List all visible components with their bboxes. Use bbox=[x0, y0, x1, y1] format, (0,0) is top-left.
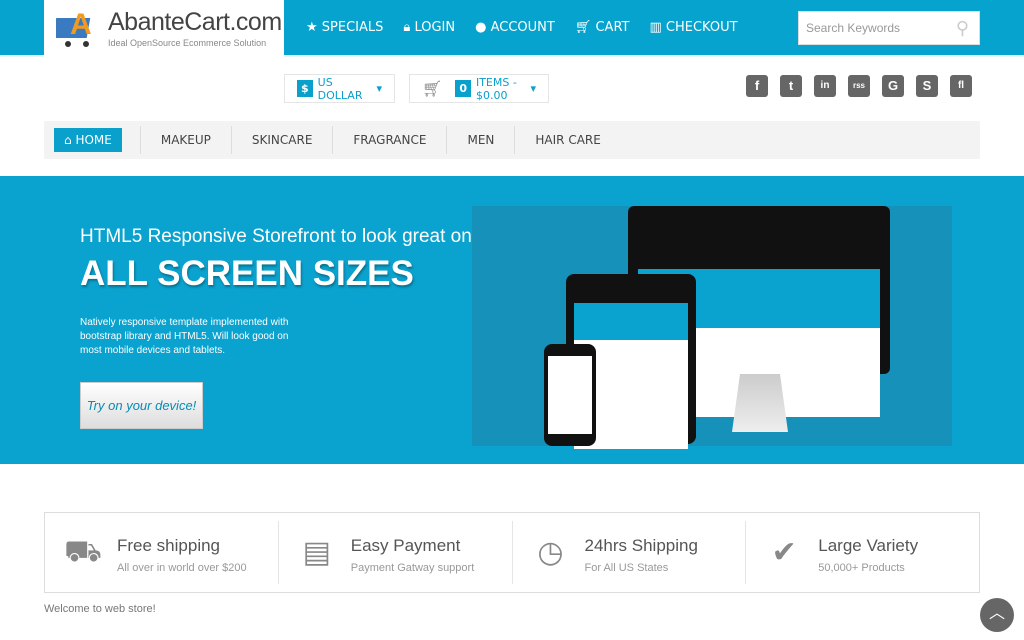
nav-account[interactable]: ● ACCOUNT bbox=[475, 20, 555, 35]
nav-login[interactable]: 🔒︎ LOGIN bbox=[403, 20, 455, 35]
menu-fragrance[interactable]: FRAGRANCE bbox=[332, 126, 446, 154]
home-icon: ⌂ bbox=[64, 133, 76, 147]
search-icon[interactable]: ⚲ bbox=[956, 18, 969, 39]
currency-select[interactable]: $ US DOLLAR ▾ bbox=[284, 74, 395, 103]
cart-icon: 🛒︎ bbox=[422, 79, 443, 98]
try-device-button[interactable]: Try on your device! bbox=[80, 382, 203, 429]
user-icon: ● bbox=[475, 20, 491, 35]
currency-label: US DOLLAR bbox=[317, 75, 363, 102]
search-placeholder: Search Keywords bbox=[806, 21, 901, 35]
nav-label: SPECIALS bbox=[321, 20, 384, 35]
menu-hair-care[interactable]: HAIR CARE bbox=[514, 126, 620, 154]
logo[interactable]: A AbanteCart.com Ideal OpenSource Ecomme… bbox=[44, 0, 284, 57]
cart-icon: 🛒︎ bbox=[574, 20, 596, 35]
clock-icon: ◷ bbox=[537, 536, 564, 569]
top-nav: ★ SPECIALS 🔒︎ LOGIN ● ACCOUNT 🛒︎ CART ▥ … bbox=[306, 20, 738, 35]
facebook-icon[interactable]: f bbox=[746, 75, 768, 97]
svg-text:A: A bbox=[70, 8, 92, 41]
chevron-up-icon: ︿ bbox=[988, 605, 1005, 622]
truck-icon: ⛟ bbox=[64, 535, 102, 568]
twitter-icon[interactable]: t bbox=[780, 75, 802, 97]
nav-checkout[interactable]: ▥ CHECKOUT bbox=[649, 20, 737, 35]
welcome-text: Welcome to web store! bbox=[44, 603, 156, 615]
nav-label: CHECKOUT bbox=[665, 20, 738, 35]
caret-icon: ▾ bbox=[530, 82, 536, 95]
social-links: f t in rss G S fl bbox=[746, 75, 972, 97]
flickr-icon[interactable]: fl bbox=[950, 75, 972, 97]
nav-cart[interactable]: 🛒︎ CART bbox=[575, 20, 630, 35]
banner-line1: HTML5 Responsive Storefront to look grea… bbox=[80, 226, 472, 247]
phone-image bbox=[544, 344, 596, 446]
feature-title: 24hrs Shipping bbox=[584, 536, 698, 555]
banner-headline: ALL SCREEN SIZES bbox=[80, 254, 414, 293]
feature-title: Easy Payment bbox=[350, 536, 461, 555]
feature-subtitle: For All US States bbox=[584, 562, 669, 574]
nav-specials[interactable]: ★ SPECIALS bbox=[306, 20, 383, 35]
feature-subtitle: Payment Gatway support bbox=[350, 562, 475, 574]
cart-dropdown[interactable]: 🛒︎ 0 ITEMS - $0.00 ▾ bbox=[409, 74, 549, 103]
feature-free-shipping: ⛟ Free shipping All over in world over $20… bbox=[45, 521, 278, 584]
nav-label: LOGIN bbox=[414, 20, 456, 35]
banner-description: Natively responsive template implemented… bbox=[80, 317, 289, 356]
feature-subtitle: 50,000+ Products bbox=[818, 562, 905, 574]
cart-count: 0 bbox=[455, 80, 471, 97]
nav-label: ACCOUNT bbox=[490, 20, 555, 35]
feature-subtitle: All over in world over $200 bbox=[117, 562, 247, 574]
currency-symbol: $ bbox=[297, 80, 313, 97]
feature-24hrs-shipping: ◷ 24hrs Shipping For All US States bbox=[511, 521, 746, 584]
logo-name: AbanteCart.com bbox=[108, 8, 282, 36]
skype-icon[interactable]: S bbox=[916, 75, 938, 97]
feature-title: Free shipping bbox=[117, 536, 221, 555]
menu-makeup[interactable]: MAKEUP bbox=[139, 126, 231, 154]
menu-men[interactable]: MEN bbox=[446, 126, 514, 154]
caret-icon: ▾ bbox=[376, 82, 382, 95]
menu-label: HOME bbox=[75, 133, 112, 147]
scroll-to-top-button[interactable]: ︿ bbox=[980, 598, 1014, 632]
category-menu: ⌂ HOME MAKEUP SKINCARE FRAGRANCE MEN HAI… bbox=[44, 121, 980, 159]
nav-label: CART bbox=[595, 20, 630, 35]
google-icon[interactable]: G bbox=[882, 75, 904, 97]
lock-icon: 🔒︎ bbox=[403, 20, 415, 35]
rss-icon[interactable]: rss bbox=[848, 75, 870, 97]
hero-banner: HTML5 Responsive Storefront to look grea… bbox=[0, 176, 1024, 464]
feature-title: Large Variety bbox=[818, 536, 919, 555]
cart-logo-icon: A bbox=[56, 8, 92, 47]
devices-image bbox=[472, 206, 952, 450]
feature-easy-payment: ▤ Easy Payment Payment Gatway support bbox=[277, 521, 512, 584]
menu-home[interactable]: ⌂ HOME bbox=[54, 128, 122, 152]
top-bar: A AbanteCart.com Ideal OpenSource Ecomme… bbox=[0, 0, 1024, 57]
star-icon: ★ bbox=[306, 20, 322, 35]
credit-card-icon: ▤ bbox=[302, 536, 331, 569]
barcode-icon: ▥ bbox=[649, 20, 666, 35]
search-input[interactable]: Search Keywords ⚲ bbox=[798, 11, 980, 45]
logo-tagline: Ideal OpenSource Ecommerce Solution bbox=[108, 38, 267, 48]
check-icon: ✔ bbox=[771, 536, 797, 569]
menu-skincare[interactable]: SKINCARE bbox=[230, 126, 333, 154]
features-bar: ⛟ Free shipping All over in world over $20… bbox=[44, 512, 980, 593]
linkedin-icon[interactable]: in bbox=[814, 75, 836, 97]
feature-large-variety: ✔ Large Variety 50,000+ Products bbox=[745, 521, 979, 584]
cart-total: ITEMS - $0.00 bbox=[475, 75, 517, 102]
